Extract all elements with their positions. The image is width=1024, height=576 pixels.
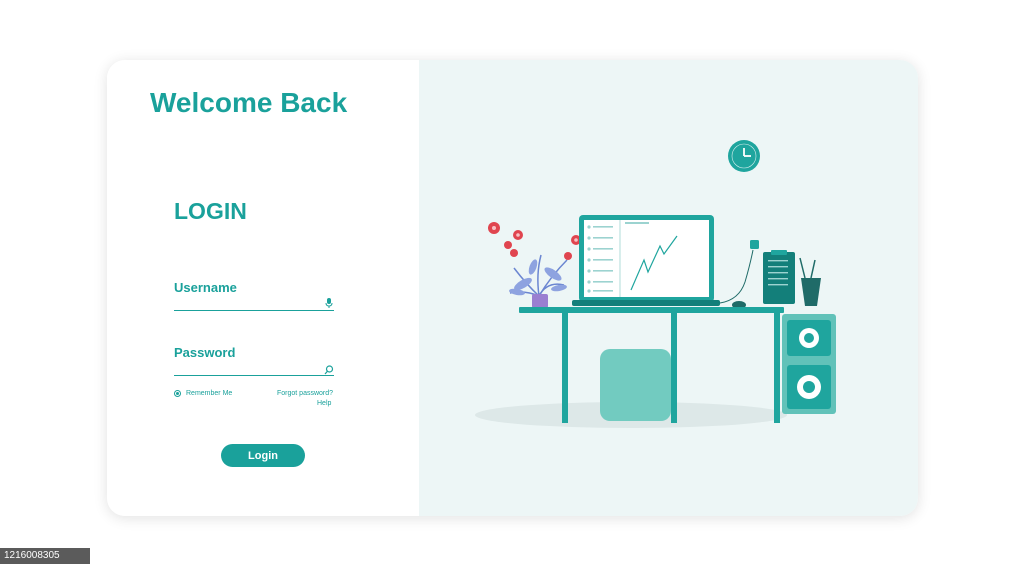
remember-me-radio[interactable]: [174, 390, 181, 397]
clock-icon: [728, 140, 760, 172]
login-heading: LOGIN: [174, 198, 247, 224]
workspace-illustration: [475, 140, 836, 428]
remember-me[interactable]: Remember Me: [174, 390, 232, 397]
search-icon: [323, 363, 335, 375]
login-button[interactable]: Login: [221, 444, 305, 467]
plant-icon: [488, 222, 581, 308]
login-card: Welcome Back LOGIN Username Password Rem…: [107, 60, 918, 516]
laptop-icon: [572, 215, 720, 306]
login-panel: Welcome Back LOGIN Username Password Rem…: [107, 60, 419, 516]
welcome-title: Welcome Back: [150, 87, 348, 118]
clipboard-icon: [763, 250, 795, 304]
username-input[interactable]: [174, 293, 334, 311]
illustration-panel: [419, 60, 918, 516]
microphone-icon: [323, 296, 335, 308]
flower-icon: [488, 222, 581, 260]
wall-socket: [750, 240, 759, 249]
stock-id: 1216008305: [0, 548, 90, 564]
help-link[interactable]: Help: [317, 400, 331, 407]
plant-pot: [532, 294, 548, 308]
password-input[interactable]: [174, 358, 334, 376]
radio-dot: [176, 392, 179, 395]
stool-icon: [600, 349, 671, 421]
pen-holder-icon: [799, 257, 821, 306]
drawer-cabinet-icon: [782, 314, 836, 414]
remember-me-label: Remember Me: [186, 390, 233, 397]
forgot-password-link[interactable]: Forgot password?: [277, 390, 333, 397]
